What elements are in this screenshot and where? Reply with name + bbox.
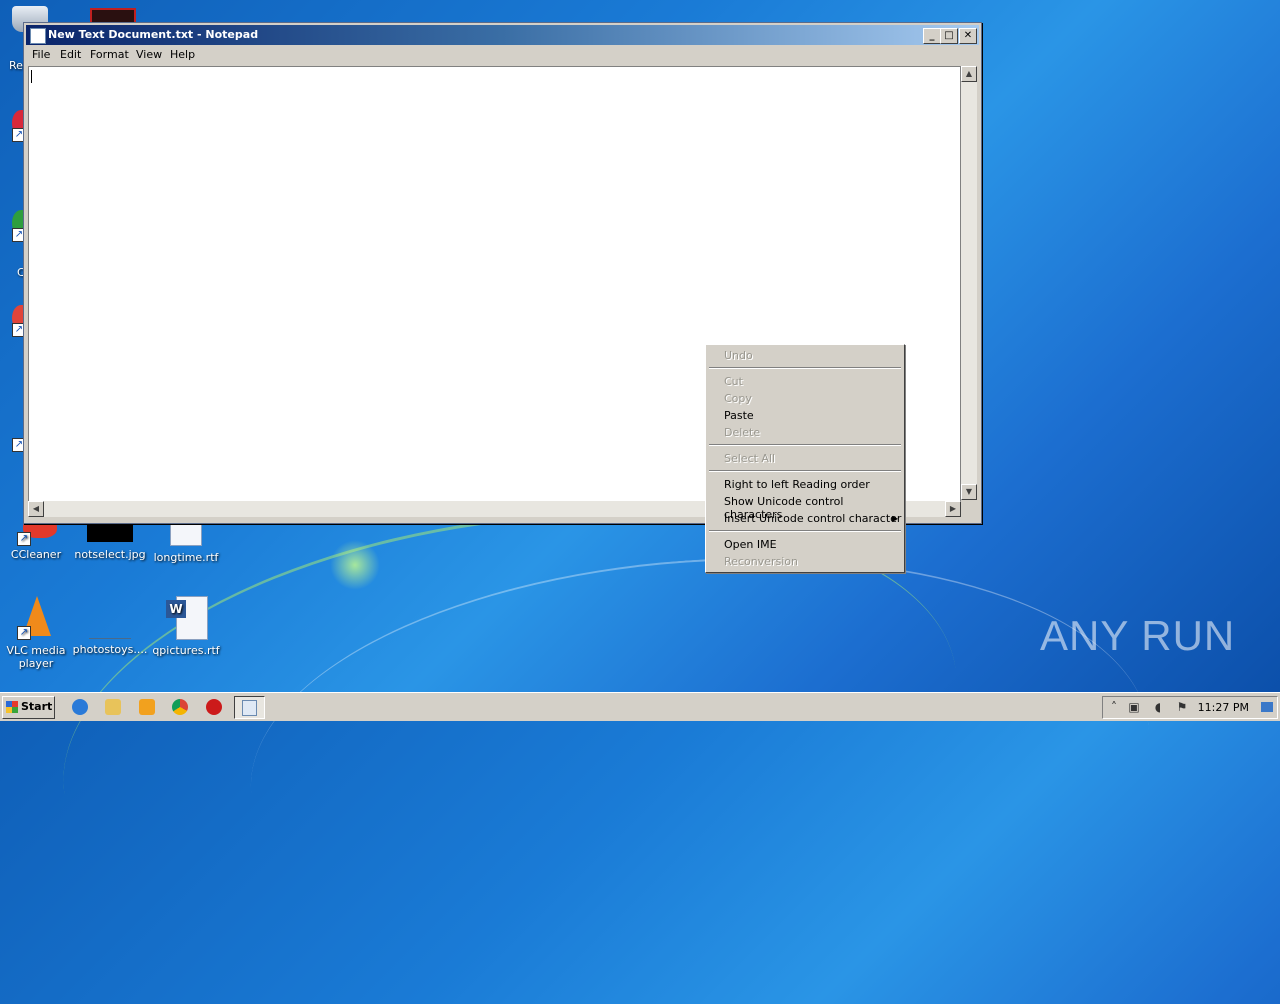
windows-logo-icon: [6, 701, 18, 713]
shortcut-arrow-icon: ↗: [17, 532, 31, 546]
menu-edit[interactable]: Edit: [60, 48, 81, 61]
clock[interactable]: 11:27 PM: [1198, 701, 1249, 714]
word-document-icon: W: [164, 596, 208, 640]
maximize-button[interactable]: □: [940, 28, 958, 44]
desktop-icon-label: VLC media player: [6, 644, 66, 670]
scroll-up-icon[interactable]: ▲: [961, 66, 977, 82]
text-caret: [31, 70, 32, 83]
file-explorer-icon[interactable]: [105, 699, 121, 715]
resize-grip-icon[interactable]: [963, 503, 977, 517]
desktop-icon-label: qpictures.rtf: [152, 644, 220, 657]
notepad-icon: [30, 28, 46, 44]
menu-item-rtl[interactable]: Right to left Reading order: [724, 478, 870, 491]
desktop-icon-photostoys[interactable]: photostoys....: [72, 596, 148, 656]
minimize-button[interactable]: _: [923, 28, 941, 44]
menu-item-paste[interactable]: Paste: [724, 409, 754, 422]
menu-item-reconversion[interactable]: Reconversion: [724, 555, 798, 568]
shortcut-arrow-icon: ↗: [17, 626, 31, 640]
action-center-flag-icon[interactable]: ⚑: [1175, 700, 1189, 714]
vlc-icon: ↗: [13, 596, 59, 640]
scroll-down-icon[interactable]: ▼: [961, 484, 977, 500]
chrome-icon[interactable]: [172, 699, 188, 715]
desktop-icon-label: notselect.jpg: [74, 548, 146, 561]
menu-separator: [709, 367, 901, 369]
menu-item-insert-unicode[interactable]: Insert Unicode control character: [724, 512, 901, 525]
menu-separator: [709, 530, 901, 532]
image-file-icon: [89, 596, 131, 639]
anyrun-watermark: ANY RUN: [1040, 612, 1236, 659]
desktop-icon-label: Re: [9, 59, 23, 72]
start-label: Start: [21, 700, 53, 713]
menu-item-select-all[interactable]: Select All: [724, 452, 775, 465]
menu-file[interactable]: File: [32, 48, 50, 61]
system-tray: ˄ ▣ ◖ ⚑ 11:27 PM: [1102, 696, 1278, 719]
vertical-scrollbar[interactable]: ▲ ▼: [961, 66, 977, 500]
menu-separator: [709, 444, 901, 446]
desktop-icon-label: photostoys....: [72, 643, 148, 656]
desktop-icon-label: longtime.rtf: [153, 551, 219, 564]
window-title: New Text Document.txt - Notepad: [48, 28, 259, 41]
desktop-icon-qpictures[interactable]: W qpictures.rtf: [148, 596, 224, 657]
menu-format[interactable]: Format: [90, 48, 129, 61]
menu-item-undo[interactable]: Undo: [724, 349, 753, 362]
wallpaper-glow: [330, 540, 380, 590]
taskbar: Start ˄ ▣ ◖ ⚑ 11:27 PM: [0, 692, 1280, 721]
context-menu: Undo Cut Copy Paste Delete Select All Ri…: [705, 344, 905, 573]
network-icon[interactable]: ▣: [1127, 700, 1141, 714]
menu-help[interactable]: Help: [170, 48, 195, 61]
internet-explorer-icon[interactable]: [72, 699, 88, 715]
taskbar-notepad-button[interactable]: [234, 696, 265, 719]
show-hidden-icons-icon[interactable]: ˄: [1107, 700, 1121, 714]
notepad-icon: [242, 700, 257, 716]
opera-icon[interactable]: [206, 699, 222, 715]
media-player-icon[interactable]: [139, 699, 155, 715]
desktop-icon-label: CCleaner: [10, 548, 62, 561]
volume-icon[interactable]: ◖: [1151, 700, 1165, 714]
close-button[interactable]: ✕: [959, 28, 977, 44]
menu-separator: [709, 470, 901, 472]
scroll-left-icon[interactable]: ◀: [28, 501, 44, 517]
menu-view[interactable]: View: [136, 48, 162, 61]
scroll-right-icon[interactable]: ▶: [945, 501, 961, 517]
menu-bar: File Edit Format View Help: [26, 46, 979, 64]
desktop-icon-vlc[interactable]: ↗ VLC media player: [0, 596, 74, 670]
title-bar[interactable]: New Text Document.txt - Notepad _ □ ✕: [26, 25, 979, 45]
menu-item-copy[interactable]: Copy: [724, 392, 752, 405]
menu-item-delete[interactable]: Delete: [724, 426, 760, 439]
submenu-arrow-icon: ▶: [892, 514, 899, 523]
show-desktop-icon[interactable]: [1261, 702, 1273, 712]
word-badge-icon: W: [166, 600, 186, 618]
menu-item-open-ime[interactable]: Open IME: [724, 538, 777, 551]
menu-item-cut[interactable]: Cut: [724, 375, 743, 388]
start-button[interactable]: Start: [2, 696, 55, 719]
